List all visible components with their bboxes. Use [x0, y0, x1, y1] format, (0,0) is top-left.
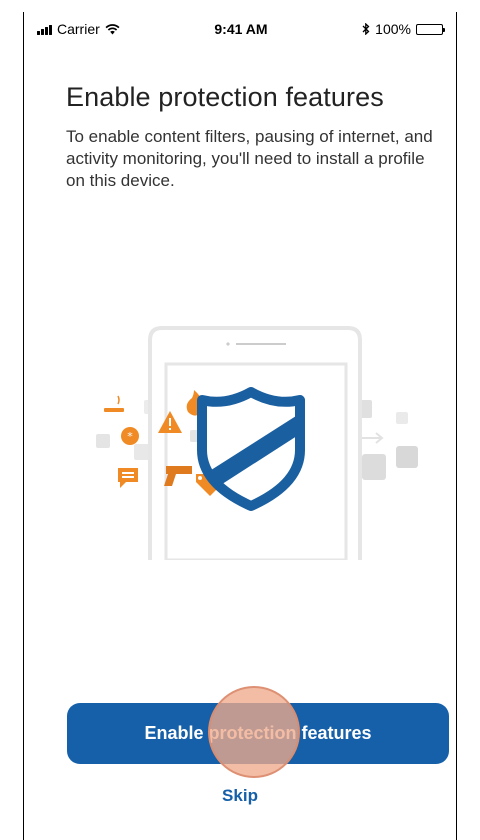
gray-square-icon [96, 434, 110, 448]
skip-link[interactable]: Skip [0, 786, 480, 806]
enable-protection-button[interactable]: Enable protection features [67, 703, 449, 764]
page-description: To enable content filters, pausing of in… [66, 127, 433, 190]
protection-illustration: * [96, 326, 418, 560]
gray-square-icon [362, 454, 386, 480]
battery-icon [415, 23, 445, 35]
signal-icon [37, 24, 52, 35]
gray-square-icon [396, 412, 408, 424]
bluetooth-icon [362, 23, 370, 35]
battery-percent: 100% [375, 21, 411, 37]
gray-square-icon [134, 444, 150, 460]
arrow-icon [360, 432, 384, 444]
cigarette-icon [104, 395, 124, 412]
status-right: 100% [362, 21, 445, 37]
carrier-label: Carrier [57, 21, 100, 37]
badge-icon: * [121, 427, 139, 445]
status-bar: Carrier 9:41 AM 100% [23, 12, 457, 46]
svg-text:*: * [127, 430, 133, 443]
wifi-icon [105, 23, 120, 34]
page-title: Enable protection features [66, 82, 384, 112]
status-left: Carrier [37, 21, 120, 37]
status-time: 9:41 AM [214, 21, 268, 37]
shield-icon [197, 387, 305, 511]
chat-icon [118, 468, 138, 488]
gray-square-icon [396, 446, 418, 468]
